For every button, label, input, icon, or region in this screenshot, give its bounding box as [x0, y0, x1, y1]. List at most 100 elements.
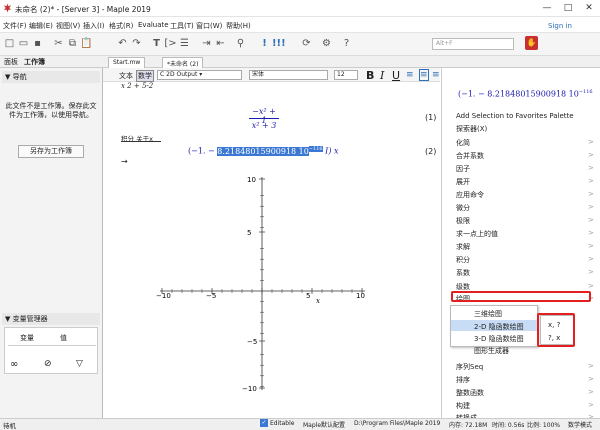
math-mode-button[interactable]: 数学 [136, 70, 154, 82]
maximize-button[interactable]: □ [557, 0, 579, 16]
outdent-icon[interactable]: ⇤ [214, 37, 227, 50]
execute-all-icon[interactable]: !!! [272, 37, 286, 50]
text-t-icon[interactable]: T [150, 37, 163, 50]
execution-group-icon[interactable]: [> [164, 37, 177, 50]
menu-evaluate[interactable]: Evaluate [138, 21, 169, 29]
context-item-2[interactable]: 因子 [456, 164, 470, 174]
status-path: D:\Program Files\Maple 2019 [354, 420, 441, 427]
context-item-9[interactable]: 积分 [456, 255, 470, 265]
zoom-icon[interactable]: ⚲ [234, 37, 247, 50]
bold-button[interactable]: B [366, 69, 374, 82]
submenu-3d-implicit[interactable]: 3-D 隐函数绘图 [474, 334, 524, 344]
editable-checkbox[interactable]: ✓ [260, 419, 268, 427]
top-expression: x 2 + 5-2 [121, 82, 154, 90]
submenu-plot-builder[interactable]: 图形生成器 [474, 346, 509, 356]
context-item-8[interactable]: 求解 [456, 242, 470, 252]
indent-icon[interactable]: ⇥ [200, 37, 213, 50]
close-button[interactable]: ✕ [578, 0, 600, 16]
status-editable: Editable [270, 420, 295, 427]
menu-tools[interactable]: 工具(T) [170, 21, 194, 31]
menu-file[interactable]: 文件(F) [3, 21, 27, 31]
result-expression[interactable]: (−1. − 8.21848015900918 10−116 I) x [188, 146, 339, 156]
filter-icon[interactable]: ▽ [76, 359, 83, 369]
y-ticks: 10 5 −5 −10 [242, 176, 265, 393]
save-as-workbook-button[interactable]: 另存为工作簿 [18, 145, 84, 158]
context-item-5[interactable]: 微分 [456, 203, 470, 213]
copy-icon[interactable]: ⧉ [66, 37, 79, 50]
redo-icon[interactable]: ↷ [130, 37, 143, 50]
chevron-right-icon: > [588, 268, 594, 276]
align-right-icon[interactable]: ≡ [432, 70, 440, 80]
submenu-2d-implicit[interactable]: 2-D 隐函数绘图 [474, 322, 524, 332]
chevron-right-icon: > [588, 190, 594, 198]
new-icon[interactable]: □ [3, 37, 16, 50]
infinity-icon[interactable]: ∞ [10, 359, 18, 370]
implicit-plot[interactable]: −10 −5 5 10 10 5 −5 −10 x [150, 172, 380, 397]
tab-workbook[interactable]: 工作簿 [24, 57, 45, 67]
tab-palettes[interactable]: 面板 [4, 57, 18, 67]
search-input[interactable]: Alt+F [432, 38, 514, 50]
doc-tab-start[interactable]: Start.mw [108, 57, 146, 68]
menu-format[interactable]: 格式(R) [109, 21, 133, 31]
context-lower-item-1[interactable]: 排序 [456, 375, 470, 385]
debug-icon[interactable]: ⚙ [320, 37, 333, 50]
doc-tab-untitled[interactable]: *未命名 (2) [162, 57, 204, 68]
underline-button[interactable]: U [392, 69, 400, 82]
menu-view[interactable]: 视图(V) [56, 21, 80, 31]
status-time: 时间: 0.56s [492, 422, 525, 429]
status-config: Maple默认配置 [303, 422, 346, 429]
context-item-0[interactable]: 化简 [456, 138, 470, 148]
sign-in-link[interactable]: Sign in [548, 22, 572, 30]
font-select[interactable]: 宋体 [249, 70, 328, 80]
nav-header[interactable]: ▼ 导航 [2, 71, 100, 83]
chevron-right-icon: > [588, 362, 594, 370]
selected-value[interactable]: 8.21848015900918 10 [217, 146, 309, 156]
context-item-1[interactable]: 合并系数 [456, 151, 484, 161]
paste-icon[interactable]: 📋 [80, 37, 93, 50]
maple-leaf-icon [3, 3, 12, 13]
cut-icon[interactable]: ✂ [52, 37, 65, 50]
var-manager-header[interactable]: ▼ 变量管理器 [2, 313, 100, 325]
execute-icon[interactable]: ! [258, 37, 271, 50]
section-icon[interactable]: ☰ [178, 37, 191, 50]
y-tick-label: 5 [247, 229, 251, 237]
add-to-favorites[interactable]: Add Selection to Favorites Palette [456, 112, 574, 120]
open-icon[interactable]: ▭ [17, 37, 30, 50]
font-size-select[interactable]: 12 [334, 70, 358, 80]
context-lower-item-2[interactable]: 整数函数 [456, 388, 484, 398]
menu-window[interactable]: 窗口(W) [196, 21, 222, 31]
var-col-name: 变量 [20, 334, 34, 342]
undo-icon[interactable]: ↶ [116, 37, 129, 50]
chevron-right-icon: > [588, 375, 594, 383]
context-item-3[interactable]: 展开 [456, 177, 470, 187]
menu-insert[interactable]: 插入(I) [83, 21, 105, 31]
chevron-right-icon: > [588, 216, 594, 224]
context-item-4[interactable]: 应用命令 [456, 190, 484, 200]
explorer-item[interactable]: 探索器(X) [456, 124, 487, 134]
help-icon[interactable]: ? [340, 37, 353, 50]
chevron-right-icon: > [588, 255, 594, 263]
restart-icon[interactable]: ⟳ [300, 37, 313, 50]
y-tick-label: 10 [247, 176, 256, 184]
submenu-3d-plot[interactable]: 三维绘图 [474, 309, 502, 319]
minimize-button[interactable]: — [536, 0, 558, 16]
style-select[interactable]: C 2D Output ▾ [157, 70, 242, 80]
text-mode-button[interactable]: 文本 [119, 71, 133, 81]
hide-icon[interactable]: ⊘ [44, 359, 52, 369]
menu-edit[interactable]: 编辑(E) [29, 21, 53, 31]
align-left-icon[interactable]: ≡ [406, 70, 414, 80]
context-item-10[interactable]: 系数 [456, 268, 470, 278]
chevron-right-icon: > [588, 151, 594, 159]
context-lower-item-0[interactable]: 序列Seq [456, 362, 483, 372]
italic-button[interactable]: I [380, 69, 384, 82]
integrate-arrow [121, 141, 161, 142]
stop-button[interactable]: ✋ [525, 36, 538, 50]
context-lower-item-3[interactable]: 构建 [456, 401, 470, 411]
context-item-7[interactable]: 求一点上的值 [456, 229, 498, 239]
context-item-6[interactable]: 极限 [456, 216, 470, 226]
menu-help[interactable]: 帮助(H) [226, 21, 251, 31]
save-icon[interactable]: ▪ [31, 37, 44, 50]
x-axis-label: x [316, 297, 320, 305]
align-center-icon[interactable]: ≡ [419, 69, 429, 81]
chevron-right-icon: > [588, 138, 594, 146]
